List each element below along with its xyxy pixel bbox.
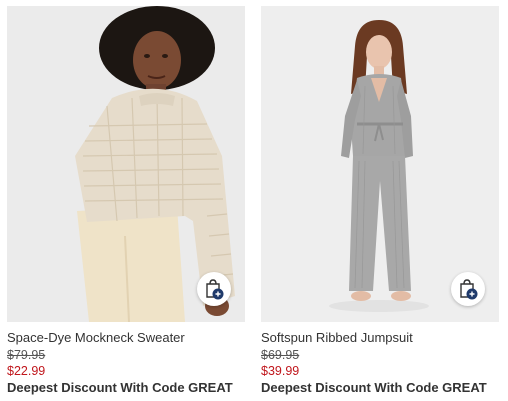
sale-price: $39.99 (261, 364, 300, 378)
product-card[interactable]: Space-Dye Mockneck Sweater $79.95 $22.99… (7, 6, 245, 397)
shopping-bag-plus-icon (460, 279, 478, 300)
sale-price: $22.99 (7, 364, 46, 378)
product-name-link[interactable]: Space-Dye Mockneck Sweater (7, 330, 245, 346)
quick-add-button[interactable] (451, 272, 485, 306)
product-card[interactable]: Softspun Ribbed Jumpsuit $69.95 $39.99 D… (261, 6, 499, 397)
shopping-bag-plus-icon (206, 279, 224, 300)
product-info: Space-Dye Mockneck Sweater $79.95 $22.99… (7, 322, 245, 397)
promo-text: Deepest Discount With Code GREAT (261, 380, 487, 395)
product-image[interactable] (261, 6, 499, 322)
product-grid: Space-Dye Mockneck Sweater $79.95 $22.99… (0, 0, 508, 401)
product-info: Softspun Ribbed Jumpsuit $69.95 $39.99 D… (261, 322, 499, 397)
product-name-link[interactable]: Softspun Ribbed Jumpsuit (261, 330, 499, 346)
promo-text: Deepest Discount With Code GREAT (7, 380, 233, 395)
product-image[interactable] (7, 6, 245, 322)
original-price: $69.95 (261, 348, 300, 362)
original-price: $79.95 (7, 348, 46, 362)
quick-add-button[interactable] (197, 272, 231, 306)
